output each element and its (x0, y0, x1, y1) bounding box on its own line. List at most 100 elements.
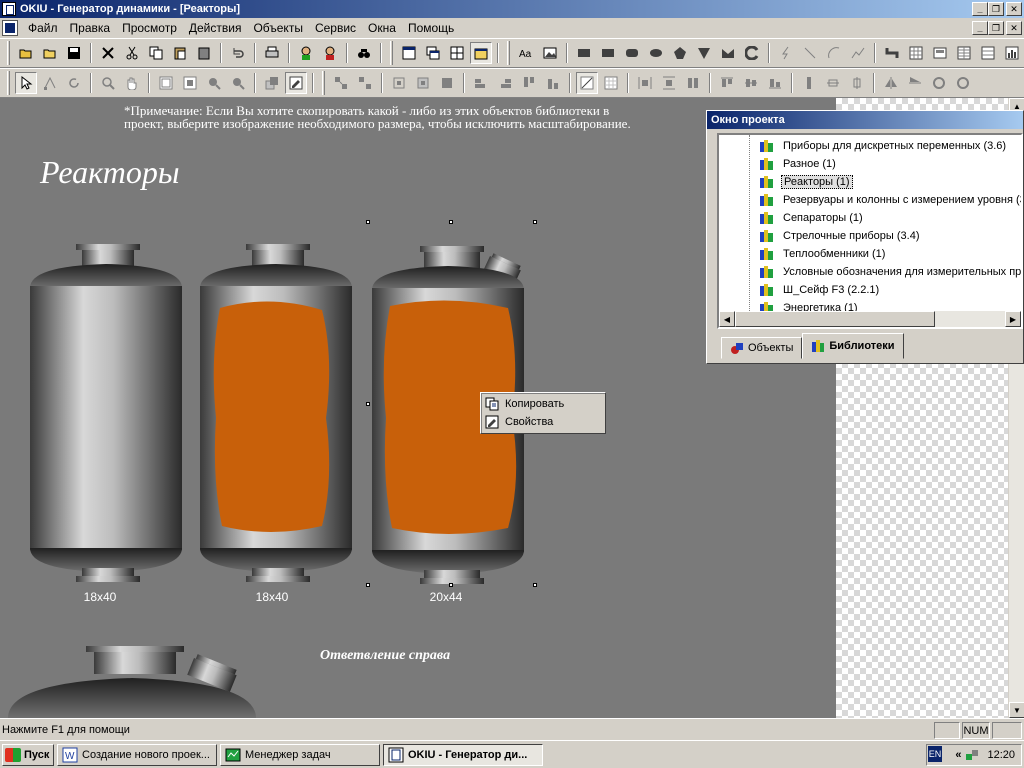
ungroup-icon[interactable] (354, 72, 376, 94)
flip-h-icon[interactable] (880, 72, 902, 94)
zoom-fit-icon[interactable] (179, 72, 201, 94)
zoom-out-icon[interactable] (227, 72, 249, 94)
library-tree-item[interactable]: Стрелочные приборы (3.4) (759, 227, 922, 245)
line-icon[interactable] (799, 42, 821, 64)
reactor-vessel-filled[interactable] (200, 244, 352, 582)
selection-handle[interactable] (449, 583, 453, 587)
text-tool-icon[interactable]: Aa (515, 42, 537, 64)
menu-view[interactable]: Просмотр (116, 21, 183, 35)
menu-windows[interactable]: Окна (362, 21, 402, 35)
rotate-left-icon[interactable] (928, 72, 950, 94)
table-icon[interactable] (953, 42, 975, 64)
find-icon[interactable] (353, 42, 375, 64)
pointer-icon[interactable] (15, 72, 37, 94)
rounded-rect-icon[interactable] (621, 42, 643, 64)
task-new-project[interactable]: W Создание нового проек... (57, 743, 217, 766)
zoom-in-icon[interactable] (203, 72, 225, 94)
library-window-icon[interactable] (470, 42, 492, 64)
pipe-icon[interactable] (881, 42, 903, 64)
library-tree-item[interactable]: Условные обозначения для измерительных п… (759, 263, 1021, 281)
delete-icon[interactable] (97, 42, 119, 64)
start-button[interactable]: Пуск (2, 743, 54, 766)
paste-special-icon[interactable] (193, 42, 215, 64)
arc-icon[interactable] (823, 42, 845, 64)
same-size-icon[interactable] (682, 72, 704, 94)
doc-restore-button[interactable]: ❐ (988, 21, 1004, 35)
bottom-align-icon[interactable] (764, 72, 786, 94)
scroll-left-icon[interactable]: ◀ (719, 311, 735, 327)
align-bottom-icon[interactable] (542, 72, 564, 94)
center-v-icon[interactable] (846, 72, 868, 94)
panel-icon[interactable] (929, 42, 951, 64)
align-grid-icon[interactable] (388, 72, 410, 94)
reactor-vessel[interactable] (30, 244, 182, 582)
menu-objects[interactable]: Объекты (247, 21, 309, 35)
polygon-icon[interactable] (669, 42, 691, 64)
trend-icon[interactable] (977, 42, 999, 64)
library-tree[interactable]: Приборы для дискретных переменных (3.6) Р… (717, 133, 1023, 329)
tab-objects[interactable]: Объекты (721, 337, 803, 359)
selection-handle[interactable] (533, 220, 537, 224)
node-edit-icon[interactable] (39, 72, 61, 94)
pie-icon[interactable] (717, 42, 739, 64)
tray-expand-icon[interactable]: « (955, 749, 961, 761)
zoom-100-icon[interactable] (155, 72, 177, 94)
flip-v-icon[interactable] (904, 72, 926, 94)
cut-icon[interactable] (121, 42, 143, 64)
doc-minimize-button[interactable]: _ (972, 21, 988, 35)
spacing-icon[interactable] (798, 72, 820, 94)
snap-grid-icon[interactable] (576, 72, 598, 94)
horizontal-scrollbar[interactable]: ◀ ▶ (719, 311, 1021, 327)
toolbar-grip[interactable] (7, 41, 10, 65)
folder-icon[interactable] (39, 42, 61, 64)
minimize-button[interactable]: _ (972, 2, 988, 16)
library-tree-item[interactable]: Разное (1) (759, 155, 838, 173)
selection-handle[interactable] (366, 402, 370, 406)
menu-file[interactable]: Файл (22, 21, 64, 35)
rotate-icon[interactable] (63, 72, 85, 94)
app-icon[interactable] (2, 2, 16, 16)
menu-help[interactable]: Помощь (402, 21, 460, 35)
scroll-down-icon[interactable]: ▼ (1009, 702, 1024, 718)
group-icon[interactable] (330, 72, 352, 94)
zoom-icon[interactable] (97, 72, 119, 94)
window-tile-icon[interactable] (446, 42, 468, 64)
rect-outline-icon[interactable] (597, 42, 619, 64)
align-frame-icon[interactable] (436, 72, 458, 94)
hand-icon[interactable] (121, 72, 143, 94)
undo-icon[interactable] (227, 42, 249, 64)
align-top-icon[interactable] (518, 72, 540, 94)
center-h-icon[interactable] (822, 72, 844, 94)
context-properties[interactable]: Свойства (481, 413, 605, 431)
title-bar[interactable]: OKIU - Генератор динамики - [Реакторы] _… (0, 0, 1024, 18)
clock[interactable]: 12:20 (987, 749, 1015, 761)
paste-icon[interactable] (169, 42, 191, 64)
toolbar-grip[interactable] (390, 41, 393, 65)
scroll-thumb[interactable] (735, 311, 935, 327)
restore-button[interactable]: ❐ (988, 2, 1004, 16)
top-align-icon[interactable] (716, 72, 738, 94)
doc-close-button[interactable]: ✕ (1006, 21, 1022, 35)
arc-fill-icon[interactable] (741, 42, 763, 64)
library-tree-item[interactable]: Резервуары и колонны с измерением уровня… (759, 191, 1021, 209)
selection-handle[interactable] (366, 220, 370, 224)
grid-object-icon[interactable] (905, 42, 927, 64)
toolbar-grip[interactable] (507, 41, 510, 65)
reactor-vessel-branch[interactable] (8, 646, 256, 718)
lightning-icon[interactable] (775, 42, 797, 64)
open-icon[interactable] (15, 42, 37, 64)
align-center-icon[interactable] (412, 72, 434, 94)
middle-align-icon[interactable] (740, 72, 762, 94)
library-tree-item[interactable]: Ш_Сейф F3 (2.2.1) (759, 281, 881, 299)
project-window-title[interactable]: Окно проекта (707, 111, 1023, 129)
library-tree-item[interactable]: Приборы для дискретных переменных (3.6) (759, 137, 1008, 155)
save-icon[interactable] (63, 42, 85, 64)
ellipse-icon[interactable] (645, 42, 667, 64)
show-grid-icon[interactable] (600, 72, 622, 94)
selection-handle[interactable] (533, 583, 537, 587)
task-okiu[interactable]: OKIU - Генератор ди... (383, 743, 543, 766)
menu-edit[interactable]: Правка (64, 21, 117, 35)
tab-libraries[interactable]: Библиотеки (802, 333, 904, 359)
bring-front-icon[interactable] (261, 72, 283, 94)
distribute-h-icon[interactable] (634, 72, 656, 94)
